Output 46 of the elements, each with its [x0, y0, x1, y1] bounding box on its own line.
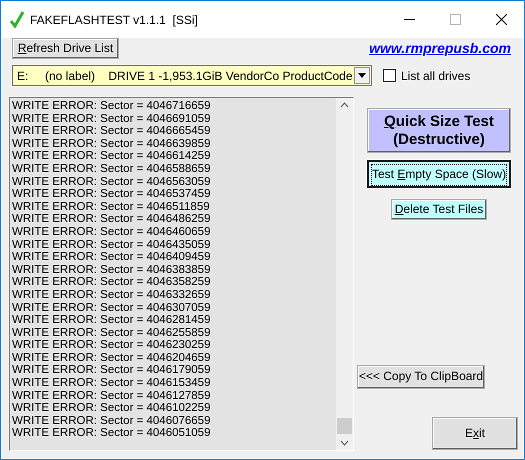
log-line: WRITE ERROR: Sector = 4046691059	[12, 112, 212, 126]
log-line: WRITE ERROR: Sector = 4046307059	[12, 302, 212, 314]
log-line: WRITE ERROR: Sector = 4046230259	[12, 339, 212, 352]
log-line: WRITE ERROR: Sector = 4046460659	[12, 226, 212, 239]
log-line: WRITE ERROR: Sector = 4046051059	[12, 427, 212, 440]
scrollbar[interactable]	[336, 98, 353, 450]
log-line: WRITE ERROR: Sector = 4046383859	[12, 264, 212, 276]
log-line: WRITE ERROR: Sector = 4046332659	[12, 288, 212, 302]
log-line: WRITE ERROR: Sector = 4046563059	[12, 176, 212, 188]
log-line: WRITE ERROR: Sector = 4046435059	[12, 238, 212, 252]
log-line: WRITE ERROR: Sector = 4046204659	[12, 352, 212, 364]
log-line: WRITE ERROR: Sector = 4046511859	[12, 200, 211, 214]
website-link[interactable]: www.rmprepusb.com	[369, 38, 511, 59]
log-line: WRITE ERROR: Sector = 4046486259	[12, 213, 212, 226]
minimize-icon[interactable]	[404, 18, 414, 20]
log-line: WRITE ERROR: Sector = 4046255859	[12, 326, 212, 340]
window-title: FAKEFLASHTEST v1.1.1 [SSi]	[30, 12, 198, 28]
dropdown-arrow-icon	[358, 73, 366, 78]
checkmark-icon	[10, 11, 24, 28]
log-line: WRITE ERROR: Sector = 4046281459	[12, 314, 212, 327]
log-line: WRITE ERROR: Sector = 4046153459	[12, 377, 212, 390]
quick-size-test-button[interactable]: Quick Size Test (Destructive)	[367, 108, 511, 153]
exit-button[interactable]: Exit	[432, 417, 518, 450]
test-empty-space-button[interactable]: Test Empty Space (Slow)	[367, 160, 511, 188]
scroll-down-icon[interactable]	[340, 440, 349, 446]
log-line: WRITE ERROR: Sector = 4046639859	[12, 138, 212, 150]
checkbox[interactable]	[383, 69, 396, 82]
log-line: WRITE ERROR: Sector = 4046588659	[12, 162, 212, 176]
log-line: WRITE ERROR: Sector = 4046358259	[12, 276, 212, 289]
log-line: WRITE ERROR: Sector = 4046614259	[12, 150, 212, 163]
drive-dropdown[interactable]: E: (no label) DRIVE 1 -1,953.1GiB VendorCo ProductCode	[12, 65, 372, 86]
log-line: WRITE ERROR: Sector = 4046076659	[12, 414, 212, 428]
scroll-thumb[interactable]	[337, 418, 352, 434]
refresh-button[interactable]: Refresh Drive List	[12, 38, 119, 59]
log-line: WRITE ERROR: Sector = 4046537459	[12, 188, 212, 201]
log-line: WRITE ERROR: Sector = 4046409459	[12, 251, 212, 264]
log-line: WRITE ERROR: Sector = 4046665459	[12, 125, 212, 138]
checkbox-label: List all drives	[401, 68, 470, 84]
log-line: WRITE ERROR: Sector = 4046179059	[12, 364, 212, 378]
log-line: WRITE ERROR: Sector = 4046102259	[12, 402, 212, 415]
delete-test-files-button[interactable]: Delete Test Files	[391, 199, 487, 220]
close-icon[interactable]	[496, 14, 506, 25]
log-line: WRITE ERROR: Sector = 4046127859	[12, 390, 212, 402]
scroll-up-icon[interactable]	[340, 102, 349, 108]
copy-to-clipboard-button[interactable]: <<< Copy To ClipBoard	[357, 365, 485, 389]
log-line: WRITE ERROR: Sector = 4046716659	[12, 100, 212, 113]
